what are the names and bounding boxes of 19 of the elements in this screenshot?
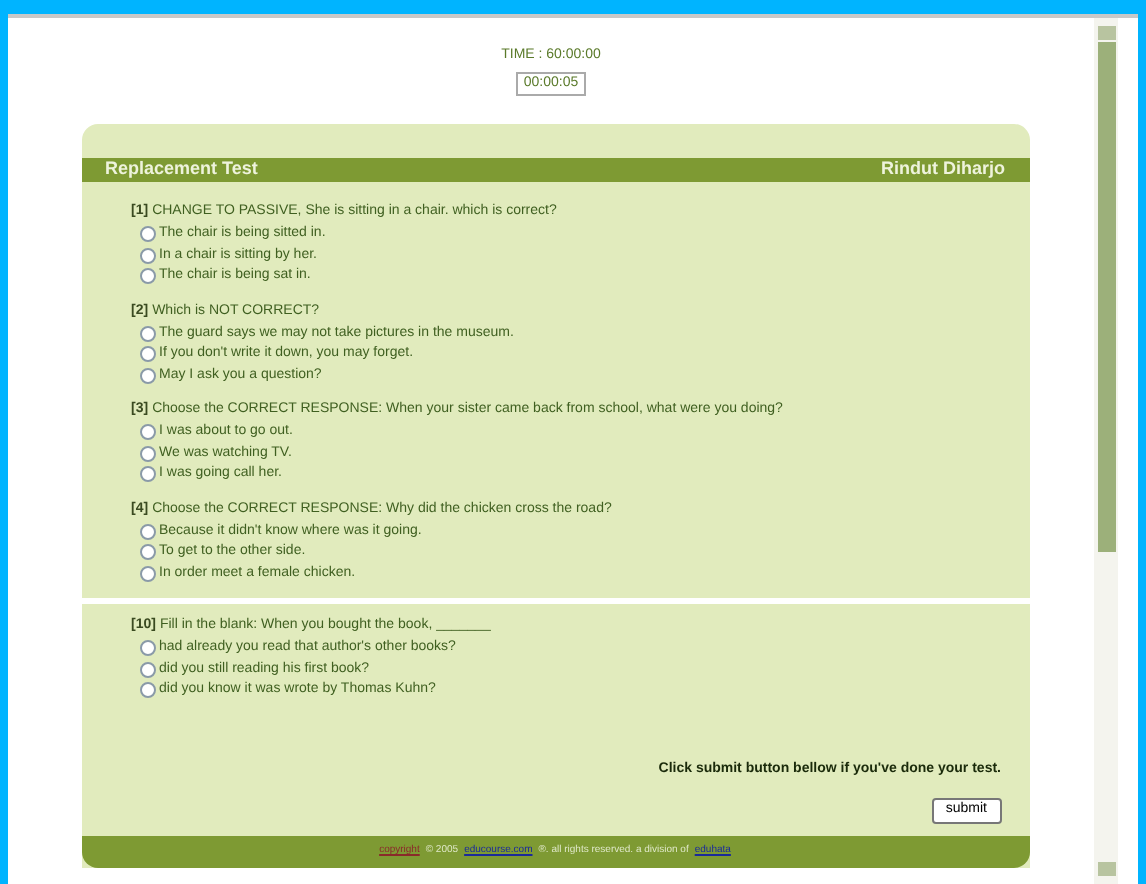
radio-button[interactable] xyxy=(139,523,155,540)
radio-button[interactable] xyxy=(139,226,155,243)
radio-button[interactable] xyxy=(139,247,155,264)
radio-button[interactable] xyxy=(139,565,155,582)
radio-button[interactable] xyxy=(139,661,155,678)
radio-button[interactable] xyxy=(139,367,155,384)
radio-button[interactable] xyxy=(139,424,155,441)
test-title: Replacement Test xyxy=(105,156,258,183)
radio-button[interactable] xyxy=(139,445,155,462)
scrollbar[interactable] xyxy=(1094,18,1118,884)
radio-button[interactable] xyxy=(139,640,155,657)
radio-button[interactable] xyxy=(139,466,155,483)
user-name: Rindut Diharjo xyxy=(881,156,1005,183)
radio-button[interactable] xyxy=(139,544,155,561)
radio-button[interactable] xyxy=(139,346,155,363)
scroll-thumb[interactable] xyxy=(1097,42,1115,552)
radio-button[interactable] xyxy=(139,268,155,285)
radio-button[interactable] xyxy=(139,682,155,699)
radio-button[interactable] xyxy=(139,325,155,342)
